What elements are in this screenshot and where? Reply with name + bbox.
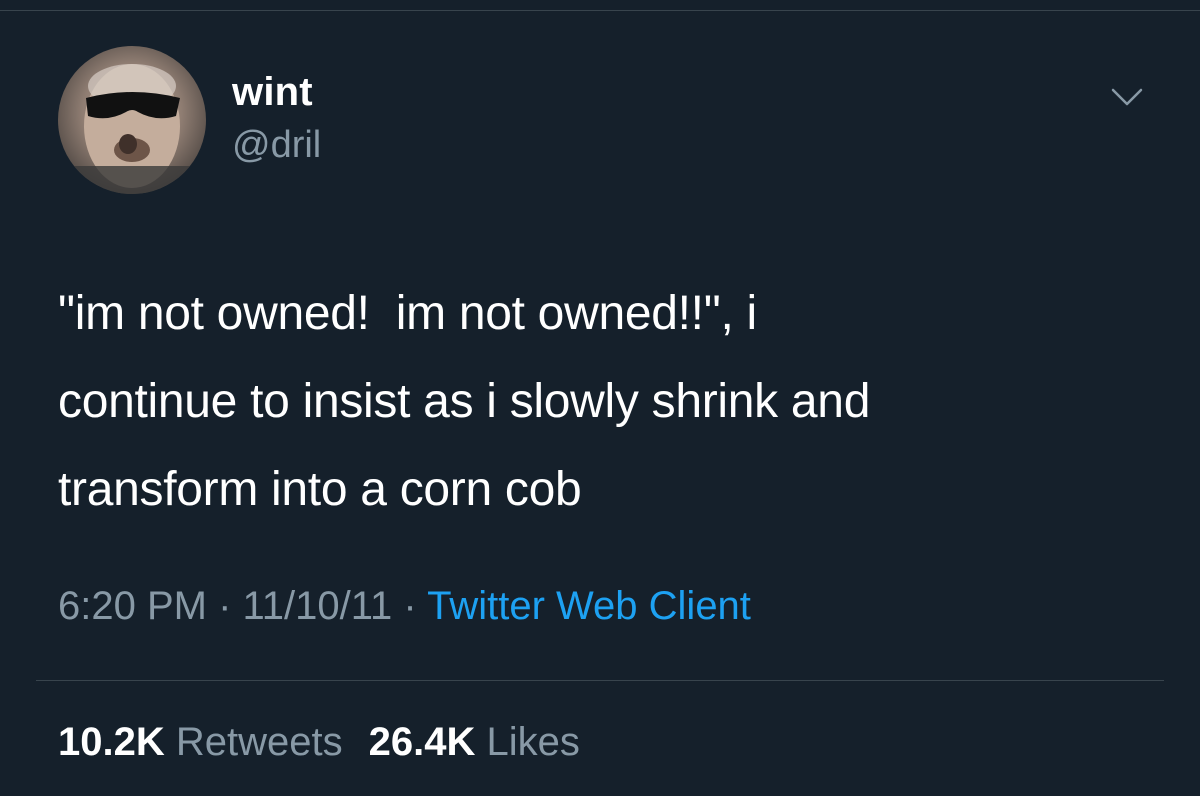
separator-dot: · — [206, 584, 243, 628]
top-divider — [0, 10, 1200, 11]
likes-stat[interactable]: 26.4K Likes — [369, 720, 580, 764]
likes-label: Likes — [486, 720, 580, 764]
tweet-text-line: continue to insist as i slowly shrink an… — [58, 375, 871, 428]
separator-dot: · — [392, 584, 428, 628]
tweet-text: "im not owned! im not owned!!", i contin… — [58, 270, 1158, 534]
likes-count: 26.4K — [368, 720, 476, 764]
retweets-label: Retweets — [175, 720, 343, 764]
chevron-down-icon[interactable] — [1110, 86, 1144, 110]
tweet-time[interactable]: 6:20 PM — [58, 584, 207, 628]
tweet-metadata: 6:20 PM · 11/10/11 · Twitter Web Client — [58, 584, 751, 629]
author-display-name[interactable]: wint — [232, 70, 313, 115]
divider — [36, 680, 1164, 681]
avatar[interactable] — [58, 46, 206, 194]
avatar-image — [58, 64, 206, 194]
tweet-text-line: transform into a corn cob — [58, 463, 582, 516]
tweet-date[interactable]: 11/10/11 — [243, 584, 393, 628]
tweet-source-link[interactable]: Twitter Web Client — [427, 584, 751, 628]
retweets-count: 10.2K — [58, 720, 165, 764]
retweets-stat[interactable]: 10.2K Retweets — [58, 720, 343, 764]
author-handle[interactable]: @dril — [232, 124, 321, 167]
tweet-stats: 10.2K Retweets 26.4K Likes — [58, 720, 606, 765]
tweet-text-line: "im not owned! im not owned!!", i — [58, 287, 757, 340]
